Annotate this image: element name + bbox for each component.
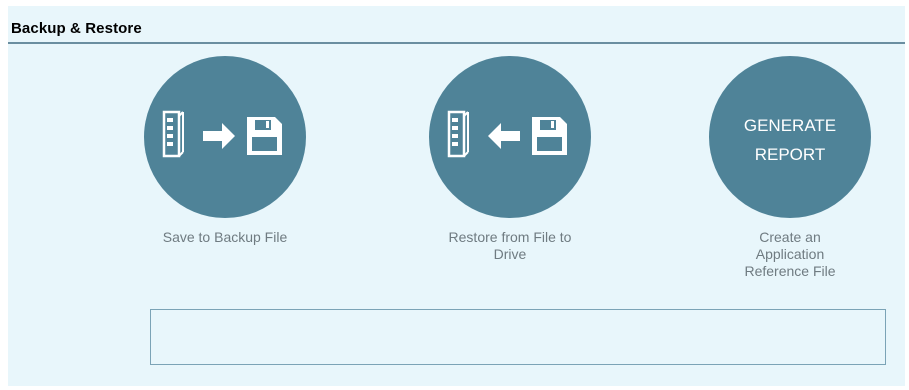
status-output-box bbox=[150, 309, 886, 365]
generate-report-circle[interactable]: GENERATE REPORT bbox=[709, 56, 871, 218]
arrow-right-icon bbox=[203, 123, 235, 149]
generate-report-label: GENERATE REPORT bbox=[743, 116, 837, 164]
drive-icon bbox=[162, 110, 184, 158]
drive-icon bbox=[447, 110, 469, 158]
generate-report-button[interactable]: GENERATE REPORT Create an Application Re… bbox=[700, 56, 880, 280]
restore-from-file-button[interactable]: Restore from File to Drive bbox=[420, 56, 600, 263]
arrow-left-icon bbox=[488, 123, 520, 149]
restore-from-file-caption: Restore from File to Drive bbox=[448, 229, 572, 262]
generate-report-caption: Create an Application Reference File bbox=[744, 229, 836, 279]
backup-restore-panel: Backup & Restore Save to Backup File Res… bbox=[8, 6, 905, 386]
save-to-backup-button[interactable]: Save to Backup File bbox=[135, 56, 315, 246]
panel-title: Backup & Restore bbox=[11, 20, 142, 37]
floppy-disk-icon bbox=[247, 117, 282, 155]
restore-from-file-circle[interactable] bbox=[429, 56, 591, 218]
save-to-backup-caption: Save to Backup File bbox=[162, 229, 288, 245]
panel-header: Backup & Restore bbox=[8, 6, 905, 44]
save-to-backup-circle[interactable] bbox=[144, 56, 306, 218]
floppy-disk-icon bbox=[532, 117, 567, 155]
